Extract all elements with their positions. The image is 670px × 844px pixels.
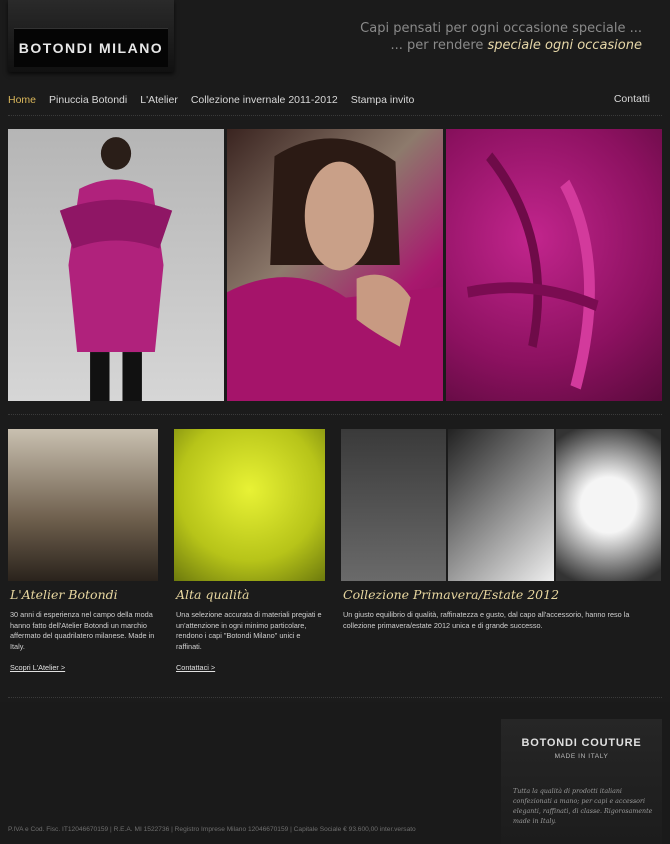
tagline-emphasis: speciale ogni occasione — [487, 38, 642, 53]
hero-photo-scarf-detail — [446, 129, 662, 401]
collection-photo-2 — [448, 429, 554, 581]
nav-stampa-invito[interactable]: Stampa invito — [351, 94, 415, 106]
tagline-line2: ... per rendere speciale ogni occasione — [360, 37, 642, 54]
divider — [8, 115, 662, 116]
nav-collezione-invernale[interactable]: Collezione invernale 2011-2012 — [191, 94, 338, 106]
couture-title: BOTONDI COUTURE — [521, 737, 642, 749]
nav-home[interactable]: Home — [8, 94, 36, 106]
divider — [8, 414, 662, 415]
collection-photo-1 — [341, 429, 447, 581]
hero-photo-model-full — [8, 129, 224, 401]
quality-photo — [174, 429, 325, 581]
nav-contatti[interactable]: Contatti — [614, 93, 650, 105]
logo-box[interactable]: BOTONDI MILANO — [8, 0, 174, 72]
tagline: Capi pensati per ogni occasione speciale… — [360, 20, 642, 54]
divider — [8, 697, 662, 698]
tagline-line2-prefix: ... per rendere — [390, 38, 488, 53]
feature-collezione: Collezione Primavera/Estate 2012 Un gius… — [341, 429, 661, 631]
feature-text: 30 anni di esperienza nel campo della mo… — [10, 610, 155, 651]
feature-title: Alta qualità — [176, 587, 250, 602]
feature-text: Una selezione accurata di materiali preg… — [176, 610, 322, 651]
couture-box: BOTONDI COUTURE MADE IN ITALY Tutta la q… — [501, 719, 662, 844]
hero-photo-portrait — [227, 129, 443, 401]
contattaci-link[interactable]: Contattaci > — [176, 663, 325, 672]
feature-title: L'Atelier Botondi — [10, 587, 118, 602]
collection-photo-3 — [555, 429, 661, 581]
model-silhouette — [59, 137, 173, 401]
feature-alta-qualita: Alta qualità Una selezione accurata di m… — [174, 429, 325, 672]
atelier-photo — [8, 429, 158, 581]
hero-gallery — [8, 129, 662, 401]
couture-subtitle: MADE IN ITALY — [554, 753, 609, 760]
tagline-line1: Capi pensati per ogni occasione speciale… — [360, 21, 642, 36]
portrait-silhouette — [227, 138, 443, 401]
scopri-atelier-link[interactable]: Scopri L'Atelier > — [10, 663, 158, 672]
feature-atelier: L'Atelier Botondi 30 anni di esperienza … — [8, 429, 158, 672]
nav-pinuccia-botondi[interactable]: Pinuccia Botondi — [49, 94, 127, 106]
logo[interactable]: BOTONDI MILANO — [14, 28, 168, 67]
couture-text: Tutta la qualità di prodotti italiani co… — [513, 788, 653, 825]
collection-photos — [341, 429, 661, 581]
legal-info: P.IVA e Cod. Fisc. IT12046670159 | R.E.A… — [8, 826, 416, 833]
scarf-folds — [466, 152, 599, 390]
feature-text: Un giusto equilibrio di qualità, raffina… — [343, 610, 630, 630]
main-nav: Home Pinuccia Botondi L'Atelier Collezio… — [8, 94, 427, 106]
nav-atelier[interactable]: L'Atelier — [140, 94, 178, 106]
feature-title: Collezione Primavera/Estate 2012 — [343, 587, 560, 602]
